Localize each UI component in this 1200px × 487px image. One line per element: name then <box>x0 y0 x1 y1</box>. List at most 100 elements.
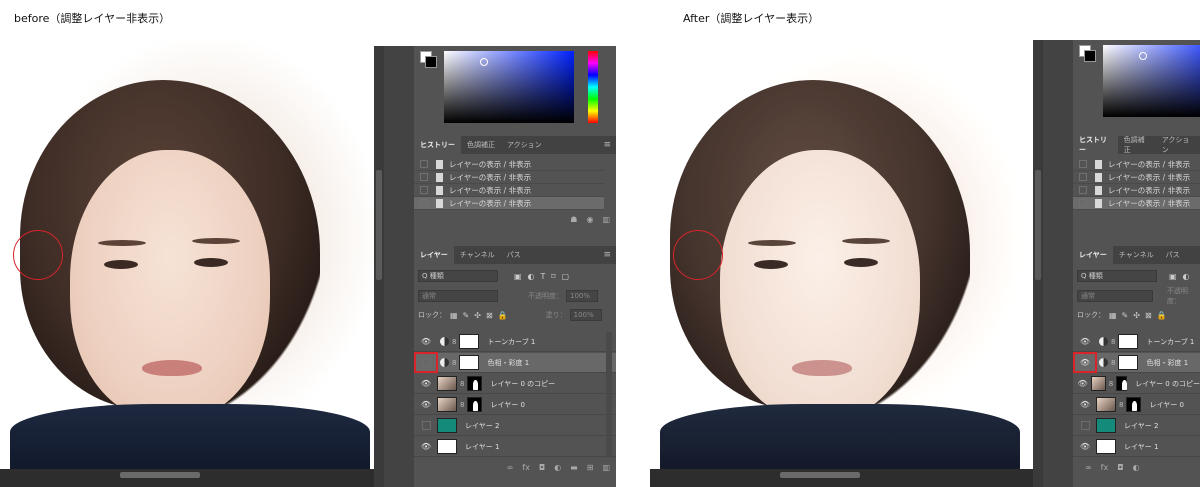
layer-row[interactable]: 8 色相・彩度 1 <box>414 353 616 373</box>
v-scroll-thumb[interactable] <box>376 170 382 280</box>
v-scroll-thumb[interactable] <box>1035 170 1041 280</box>
layer-mask-thumb[interactable] <box>467 376 483 391</box>
layer-row[interactable]: 👁 レイヤー 1 <box>414 437 616 457</box>
tab-actions[interactable]: アクション <box>501 136 548 154</box>
layer-row[interactable]: 👁 8 レイヤー 0 のコピー <box>1073 374 1200 394</box>
eye-icon[interactable]: 👁 <box>418 376 434 392</box>
fill-value[interactable]: 100% <box>569 309 602 321</box>
chain-icon: 8 <box>460 400 465 409</box>
layer-thumb[interactable] <box>437 397 457 412</box>
new-document-icon[interactable]: ☗ <box>570 215 577 224</box>
trash-icon[interactable]: ▥ <box>602 463 610 472</box>
tab-channels[interactable]: チャンネル <box>1113 246 1160 264</box>
history-item[interactable]: レイヤーの表示 / 非表示 <box>1073 171 1200 184</box>
history-tabs: ヒストリー 色調補正 アクション <box>1073 136 1200 154</box>
eye-icon[interactable]: 👁 <box>1077 334 1093 350</box>
adjustment-icon[interactable]: ◐ <box>1133 463 1140 472</box>
layer-mask-thumb[interactable] <box>1116 376 1128 391</box>
layer-row[interactable]: 👁 8 レイヤー 0 <box>1073 395 1200 415</box>
filter-row: Q 種類 ▣◐ <box>1073 268 1200 284</box>
new-layer-icon[interactable]: ⊞ <box>587 463 594 472</box>
tab-history[interactable]: ヒストリー <box>1073 136 1118 154</box>
trash-icon[interactable]: ▥ <box>602 215 610 224</box>
link-icon[interactable]: ∞ <box>507 463 514 472</box>
blend-mode[interactable]: 通常 <box>1077 290 1153 302</box>
layer-row[interactable]: レイヤー 2 <box>414 416 616 436</box>
tab-history[interactable]: ヒストリー <box>414 136 461 154</box>
layer-row[interactable]: 👁 8 レイヤー 0 のコピー <box>414 374 616 394</box>
tab-paths[interactable]: パス <box>1160 246 1186 264</box>
filter-icons[interactable]: ▣◐T⌑▢ <box>514 272 575 281</box>
tab-adjustments[interactable]: 色調補正 <box>461 136 501 154</box>
lock-icon[interactable]: 🔒 <box>498 311 508 320</box>
eye-icon[interactable]: 👁 <box>1077 397 1093 413</box>
layer-thumb[interactable] <box>1096 418 1116 433</box>
eye-icon[interactable]: 👁 <box>418 334 434 350</box>
history-item[interactable]: レイヤーの表示 / 非表示 <box>414 197 604 210</box>
fx-icon[interactable]: fx <box>522 463 530 472</box>
menu-icon[interactable]: ≡ <box>603 140 611 150</box>
layer-thumb[interactable] <box>437 376 457 391</box>
layer-row[interactable]: 👁 レイヤー 1 <box>1073 437 1200 457</box>
menu-icon[interactable]: ≡ <box>603 250 611 260</box>
lock-icons[interactable]: ▦✎✣⊠ <box>1109 311 1157 320</box>
background-swatch[interactable] <box>425 56 437 68</box>
layer-name: レイヤー 1 <box>1124 442 1159 451</box>
opacity-value[interactable]: 100% <box>566 290 598 302</box>
layer-thumb[interactable] <box>437 439 457 454</box>
layer-thumb[interactable] <box>1096 439 1116 454</box>
layer-thumb[interactable] <box>437 418 457 433</box>
layers-scrollbar[interactable] <box>606 332 612 458</box>
layer-mask-thumb[interactable] <box>467 397 483 412</box>
layer-row[interactable]: 👁 8 トーンカーブ 1 <box>414 332 616 352</box>
link-icon[interactable]: ∞ <box>1085 463 1092 472</box>
layer-row[interactable]: 👁 8 トーンカーブ 1 <box>1073 332 1200 352</box>
layer-mask-thumb[interactable] <box>1126 397 1142 412</box>
layer-mask-thumb[interactable] <box>459 334 480 349</box>
tab-layers[interactable]: レイヤー <box>414 246 454 264</box>
history-item[interactable]: レイヤーの表示 / 非表示 <box>414 184 604 197</box>
eye-icon[interactable]: 👁 <box>418 439 434 455</box>
layer-row[interactable]: 👁 8 レイヤー 0 <box>414 395 616 415</box>
history-item[interactable]: レイヤーの表示 / 非表示 <box>414 158 604 171</box>
history-item[interactable]: レイヤーの表示 / 非表示 <box>1073 184 1200 197</box>
h-scroll-thumb[interactable] <box>780 472 860 478</box>
eye-icon[interactable] <box>418 418 434 434</box>
history-item[interactable]: レイヤーの表示 / 非表示 <box>414 171 604 184</box>
layer-thumb[interactable] <box>1096 397 1116 412</box>
lock-icons[interactable]: ▦✎✣⊠ <box>450 311 498 320</box>
blend-mode[interactable]: 通常 <box>418 290 498 302</box>
layer-mask-thumb[interactable] <box>1118 355 1139 370</box>
mask-icon[interactable]: ◘ <box>1117 463 1123 472</box>
history-item[interactable]: レイヤーの表示 / 非表示 <box>1073 197 1200 210</box>
tab-layers[interactable]: レイヤー <box>1073 246 1113 264</box>
eye-icon[interactable] <box>1077 418 1093 434</box>
eye-icon[interactable]: 👁 <box>1077 376 1088 392</box>
background-swatch[interactable] <box>1084 50 1096 62</box>
folder-icon[interactable]: ▬ <box>570 463 578 472</box>
h-scroll-thumb[interactable] <box>120 472 200 478</box>
layer-thumb[interactable] <box>1091 376 1106 391</box>
layer-row[interactable]: レイヤー 2 <box>1073 416 1200 436</box>
kind-filter[interactable]: Q 種類 <box>418 270 498 282</box>
mask-icon[interactable]: ◘ <box>539 463 545 472</box>
tab-channels[interactable]: チャンネル <box>454 246 501 264</box>
face <box>720 150 920 420</box>
color-field[interactable] <box>444 51 574 123</box>
eye-icon[interactable]: 👁 <box>1077 439 1093 455</box>
fx-icon[interactable]: fx <box>1101 463 1109 472</box>
tab-actions[interactable]: アクション <box>1156 136 1200 154</box>
lock-icon[interactable]: 🔒 <box>1157 311 1167 320</box>
tab-adjustments[interactable]: 色調補正 <box>1118 136 1156 154</box>
layer-mask-thumb[interactable] <box>1118 334 1139 349</box>
adjustment-icon[interactable]: ◐ <box>554 463 561 472</box>
camera-icon[interactable]: ◉ <box>586 215 593 224</box>
hue-slider[interactable] <box>588 51 598 123</box>
filter-icons[interactable]: ▣◐ <box>1169 272 1196 281</box>
layer-mask-thumb[interactable] <box>459 355 480 370</box>
eye-icon[interactable]: 👁 <box>418 397 434 413</box>
color-field[interactable] <box>1103 45 1200 117</box>
kind-filter[interactable]: Q 種類 <box>1077 270 1157 282</box>
tab-paths[interactable]: パス <box>501 246 527 264</box>
history-item[interactable]: レイヤーの表示 / 非表示 <box>1073 158 1200 171</box>
